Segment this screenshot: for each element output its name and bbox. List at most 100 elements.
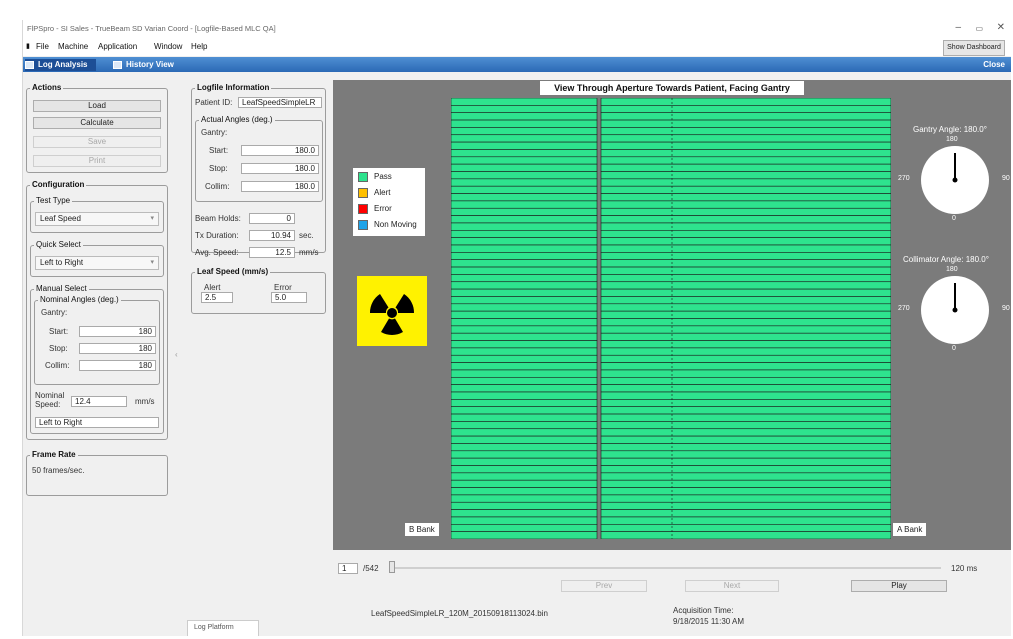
start-label: Start:: [209, 146, 229, 155]
tx-duration-field[interactable]: 10.94: [249, 230, 295, 241]
frame-total: /542: [363, 564, 379, 573]
b-bank-label: B Bank: [405, 523, 439, 536]
calculate-button[interactable]: Calculate: [33, 117, 161, 129]
patient-id-field[interactable]: LeafSpeedSimpleLR: [238, 97, 322, 108]
next-button[interactable]: Next: [685, 580, 779, 592]
nominal-speed-input[interactable]: 12.4: [71, 396, 127, 407]
collapse-panel-icon[interactable]: ‹: [175, 350, 178, 359]
avg-speed-field[interactable]: 12.5: [249, 247, 295, 258]
dial-right-label: 90: [1002, 305, 1010, 312]
tab-label: History View: [126, 60, 174, 69]
direction-field[interactable]: Left to Right: [35, 417, 159, 428]
save-button[interactable]: Save: [33, 136, 161, 148]
start-label: Start:: [49, 327, 69, 336]
b-bank-leaf: [451, 98, 598, 106]
leaf-speed-title: Leaf Speed (mm/s): [195, 267, 271, 276]
log-analysis-icon: [25, 61, 34, 69]
prev-button[interactable]: Prev: [561, 580, 647, 592]
nominal-start-input[interactable]: 180: [79, 326, 156, 337]
menu-file[interactable]: File: [36, 42, 49, 51]
tab-log-analysis[interactable]: Log Analysis: [25, 59, 96, 71]
test-type-label: Test Type: [34, 196, 73, 205]
error-label: Error: [274, 283, 292, 292]
b-bank-leaf: [451, 531, 598, 539]
frame-input[interactable]: 1: [338, 563, 358, 574]
app-menu-icon[interactable]: ▮: [26, 42, 30, 50]
b-bank-leaf: [451, 134, 598, 143]
load-button[interactable]: Load: [33, 100, 161, 112]
quick-select-select[interactable]: Left to Right ▾: [35, 256, 159, 270]
acquisition-time-label: Acquisition Time:: [673, 606, 734, 615]
logfile-info-title: Logfile Information: [195, 83, 272, 92]
b-bank-leaf: [451, 465, 598, 474]
actual-stop-field[interactable]: 180.0: [241, 163, 319, 174]
tab-log-platform[interactable]: Log Platform: [187, 620, 259, 636]
non-moving-swatch: [358, 219, 368, 230]
playback-panel: 1 /542 120 ms Prev Next Play LeafSpeedSi…: [333, 550, 1011, 636]
error-threshold-input[interactable]: 5.0: [271, 292, 307, 303]
a-bank-leaf: [600, 171, 891, 180]
actual-collim-field[interactable]: 180.0: [241, 181, 319, 192]
minimize-icon[interactable]: –: [955, 22, 961, 33]
dial-bottom-label: 0: [952, 215, 956, 222]
actual-angles-label: Actual Angles (deg.): [199, 115, 275, 124]
frame-slider-track[interactable]: [393, 567, 941, 569]
b-bank-leaf: [451, 310, 598, 319]
a-bank-leaf: [600, 156, 891, 165]
b-bank-leaf: [451, 149, 598, 158]
frame-slider-handle[interactable]: [389, 561, 395, 573]
b-bank-leaf: [451, 119, 598, 128]
a-bank-leaf: [600, 421, 891, 430]
maximize-icon[interactable]: ▭: [975, 24, 983, 33]
a-bank-label: A Bank: [893, 523, 927, 536]
dial-left-label: 270: [898, 305, 910, 312]
tab-history-view[interactable]: History View: [113, 59, 174, 71]
a-bank-leaf: [600, 362, 891, 371]
manual-select-label: Manual Select: [34, 284, 89, 293]
a-bank-leaf: [600, 479, 891, 488]
show-dashboard-button[interactable]: Show Dashboard: [943, 40, 1005, 56]
beam-holds-field[interactable]: 0: [249, 213, 295, 224]
nominal-speed-label: Nominal: [35, 391, 65, 400]
close-window-icon[interactable]: ✕: [997, 22, 1005, 33]
test-type-select[interactable]: Leaf Speed ▾: [35, 212, 159, 226]
configuration-title: Configuration: [30, 180, 87, 189]
alert-threshold-input[interactable]: 2.5: [201, 292, 233, 303]
nominal-angles-group: Nominal Angles (deg.) Gantry: Start: 180…: [34, 295, 160, 385]
b-bank-leaf: [451, 222, 598, 231]
tab-bar: Log Analysis History View Close: [23, 57, 1011, 72]
nominal-stop-input[interactable]: 180: [79, 343, 156, 354]
manual-select-group: Manual Select Nominal Angles (deg.) Gant…: [30, 284, 164, 434]
menu-help[interactable]: Help: [191, 42, 207, 51]
a-bank-leaf: [600, 193, 891, 202]
speed-unit: mm/s: [135, 397, 155, 406]
test-type-group: Test Type Leaf Speed ▾: [30, 196, 164, 233]
b-bank-leaf: [451, 318, 598, 327]
print-button[interactable]: Print: [33, 155, 161, 167]
menu-application[interactable]: Application: [98, 42, 137, 51]
legend-label: Non Moving: [374, 220, 417, 229]
actual-start-field[interactable]: 180.0: [241, 145, 319, 156]
play-button[interactable]: Play: [851, 580, 947, 592]
b-bank-leaf: [451, 215, 598, 224]
a-bank-leaf: [600, 450, 891, 459]
a-bank-leaf: [600, 119, 891, 128]
a-bank-leaf: [600, 501, 891, 510]
b-bank-leaf: [451, 487, 598, 496]
legend-pass: Pass: [358, 171, 392, 183]
a-bank-leaf: [600, 413, 891, 422]
b-bank-leaf: [451, 494, 598, 503]
a-bank-leaf: [600, 487, 891, 496]
nominal-collim-input[interactable]: 180: [79, 360, 156, 371]
a-bank-leaf: [600, 376, 891, 385]
a-bank-leaf: [600, 472, 891, 481]
b-bank-leaf: [451, 281, 598, 290]
menu-machine[interactable]: Machine: [58, 42, 88, 51]
menu-window[interactable]: Window: [154, 42, 182, 51]
b-bank-leaf: [451, 105, 598, 113]
b-bank-leaf: [451, 501, 598, 510]
b-bank-leaf: [451, 325, 598, 334]
stop-label: Stop:: [209, 164, 228, 173]
close-tab-button[interactable]: Close: [983, 59, 1005, 71]
a-bank-leaf: [600, 384, 891, 393]
